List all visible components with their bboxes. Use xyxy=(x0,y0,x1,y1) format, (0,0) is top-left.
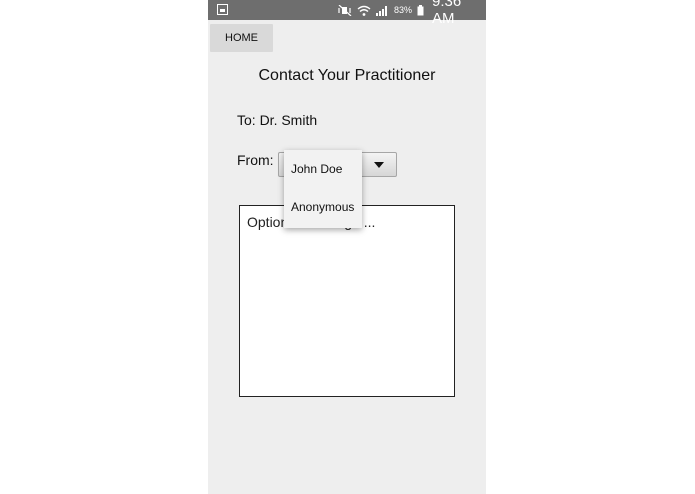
home-button[interactable]: HOME xyxy=(210,24,273,52)
recipient-label: To: Dr. Smith xyxy=(237,112,318,128)
clock: 9:36 AM xyxy=(432,0,462,27)
status-icons: 83% 9:36 AM xyxy=(338,0,486,27)
status-bar: 83% 9:36 AM xyxy=(208,0,486,27)
signal-icon xyxy=(376,5,389,16)
phone-screen: 83% 9:36 AM HOME Contact Your Practition… xyxy=(208,0,486,494)
from-label: From: xyxy=(237,152,274,168)
dropdown-option-john-doe[interactable]: John Doe xyxy=(284,150,362,188)
wifi-icon xyxy=(357,5,371,16)
mute-vibrate-icon xyxy=(338,4,352,16)
battery-percent: 83% xyxy=(394,5,413,15)
page-title: Contact Your Practitioner xyxy=(258,67,436,84)
gallery-icon xyxy=(217,4,228,15)
dropdown-option-anonymous[interactable]: Anonymous xyxy=(284,188,362,226)
from-dropdown-menu: John Doe Anonymous xyxy=(284,150,362,228)
battery-icon xyxy=(417,4,424,16)
message-textarea[interactable] xyxy=(239,205,455,397)
dropdown-arrow-icon[interactable] xyxy=(374,162,384,168)
